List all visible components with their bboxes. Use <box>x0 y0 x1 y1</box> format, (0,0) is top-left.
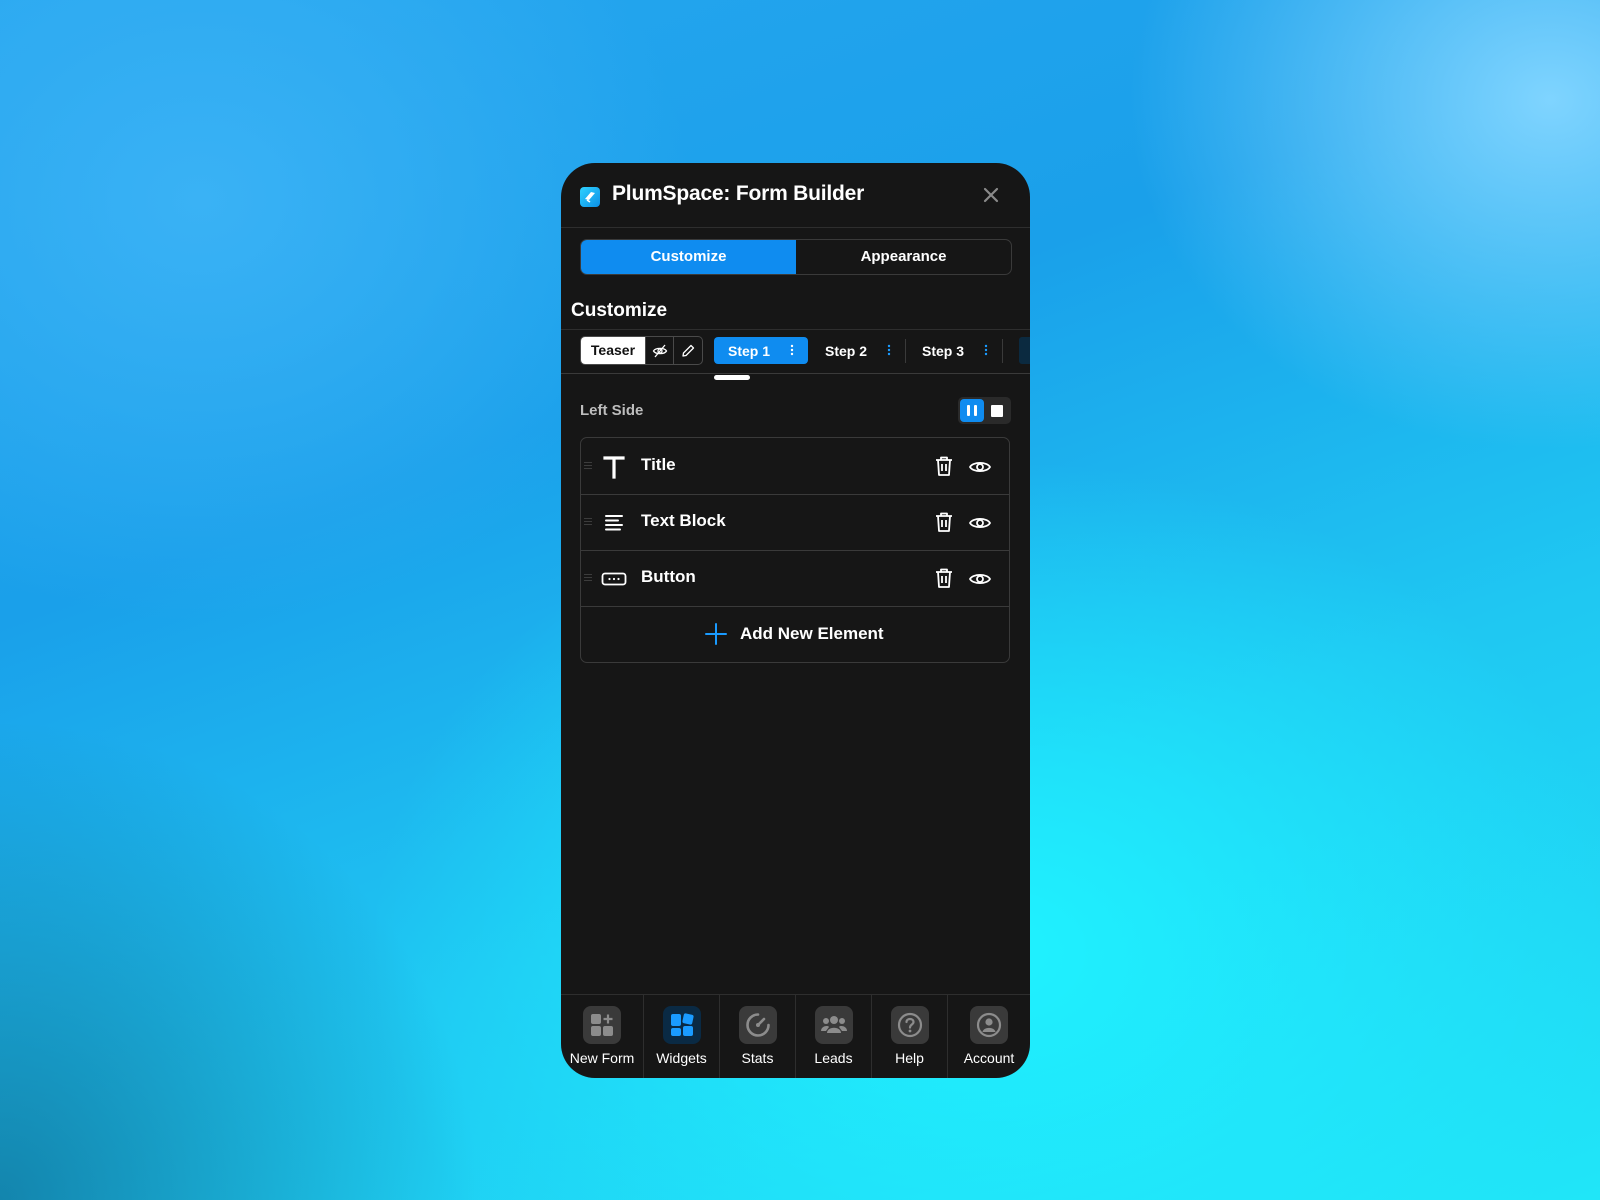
nav-new-form[interactable]: New Form <box>561 995 644 1078</box>
more-vertical-icon[interactable] <box>790 343 794 357</box>
nav-label: Help <box>895 1050 924 1066</box>
eye-icon[interactable] <box>968 511 992 535</box>
eye-icon[interactable] <box>968 455 992 479</box>
widgets-icon <box>662 1006 701 1044</box>
teaser-edit-button[interactable] <box>673 337 702 364</box>
nav-label: Widgets <box>656 1050 707 1066</box>
tab-step-1[interactable]: Step 1 <box>714 337 808 364</box>
active-tab-indicator <box>714 375 750 380</box>
element-label: Text Block <box>641 511 726 530</box>
title-T-icon <box>603 456 625 479</box>
step-divider <box>1002 339 1003 363</box>
account-icon <box>970 1006 1008 1044</box>
eye-off-icon <box>652 344 667 357</box>
stats-gauge-icon <box>738 1006 777 1044</box>
drag-handle-icon[interactable] <box>584 518 592 526</box>
teaser-hide-button[interactable] <box>644 337 674 364</box>
side-label: Left Side <box>580 402 644 419</box>
nav-label: Stats <box>741 1050 774 1066</box>
close-button[interactable] <box>981 185 1001 205</box>
tab-teaser[interactable]: Teaser <box>581 337 645 364</box>
add-new-element-content: Add New Element <box>704 622 884 646</box>
element-row-title[interactable]: Title <box>581 438 1009 495</box>
step-divider <box>905 339 906 363</box>
trash-icon[interactable] <box>932 454 956 478</box>
trash-icon[interactable] <box>932 566 956 590</box>
tab-appearance[interactable]: Appearance <box>796 240 1011 274</box>
teaser-group: Teaser <box>580 336 703 365</box>
nav-widgets[interactable]: Widgets <box>644 995 720 1078</box>
text-align-icon <box>605 515 623 531</box>
add-new-element-button[interactable]: Add New Element <box>581 608 1009 662</box>
element-row-text-block[interactable]: Text Block <box>581 494 1009 551</box>
button-icon <box>601 572 627 586</box>
nav-help[interactable]: Help <box>872 995 948 1078</box>
layout-toggle <box>958 397 1011 424</box>
single-column-layout-button[interactable] <box>986 399 1009 422</box>
app-logo-icon <box>580 187 600 207</box>
nav-account[interactable]: Account <box>948 995 1030 1078</box>
nav-stats[interactable]: Stats <box>720 995 796 1078</box>
bottom-nav: New Form Widgets Stats Leads Help Accoun… <box>561 994 1030 1078</box>
element-label: Title <box>641 455 676 474</box>
mode-switch: Customize Appearance <box>580 239 1012 275</box>
nav-label: Account <box>963 1050 1015 1066</box>
leads-people-icon <box>814 1006 853 1044</box>
background-shade <box>0 680 520 1200</box>
step-label: Step 2 <box>825 342 868 359</box>
add-step-tab[interactable] <box>1019 337 1030 364</box>
pencil-icon <box>682 344 695 357</box>
close-icon <box>983 187 999 203</box>
tab-customize[interactable]: Customize <box>581 240 796 274</box>
add-new-element-label: Add New Element <box>740 624 884 643</box>
eye-icon[interactable] <box>968 567 992 591</box>
two-column-layout-button[interactable] <box>960 399 984 422</box>
element-label: Button <box>641 567 696 586</box>
tab-step-2[interactable]: Step 2 <box>811 337 905 364</box>
drag-handle-icon[interactable] <box>584 574 592 582</box>
more-vertical-icon[interactable] <box>887 343 891 357</box>
form-builder-panel: PlumSpace: Form Builder Customize Appear… <box>561 163 1030 1078</box>
trash-icon[interactable] <box>932 510 956 534</box>
nav-label: New Form <box>569 1050 635 1066</box>
panel-header: PlumSpace: Form Builder <box>561 163 1030 228</box>
more-vertical-icon[interactable] <box>984 343 988 357</box>
plus-icon <box>705 623 727 645</box>
element-list: Title Text Block Button Add New Element <box>580 437 1010 663</box>
help-icon <box>890 1006 929 1044</box>
element-row-button[interactable]: Button <box>581 550 1009 607</box>
drag-handle-icon[interactable] <box>584 462 592 470</box>
tab-step-3[interactable]: Step 3 <box>908 337 1002 364</box>
nav-label: Leads <box>814 1050 853 1066</box>
step-label: Step 3 <box>922 342 965 359</box>
new-form-icon <box>583 1006 621 1044</box>
step-label: Step 1 <box>728 342 771 359</box>
section-title: Customize <box>571 300 668 321</box>
nav-leads[interactable]: Leads <box>796 995 872 1078</box>
app-title: PlumSpace: Form Builder <box>612 182 865 205</box>
